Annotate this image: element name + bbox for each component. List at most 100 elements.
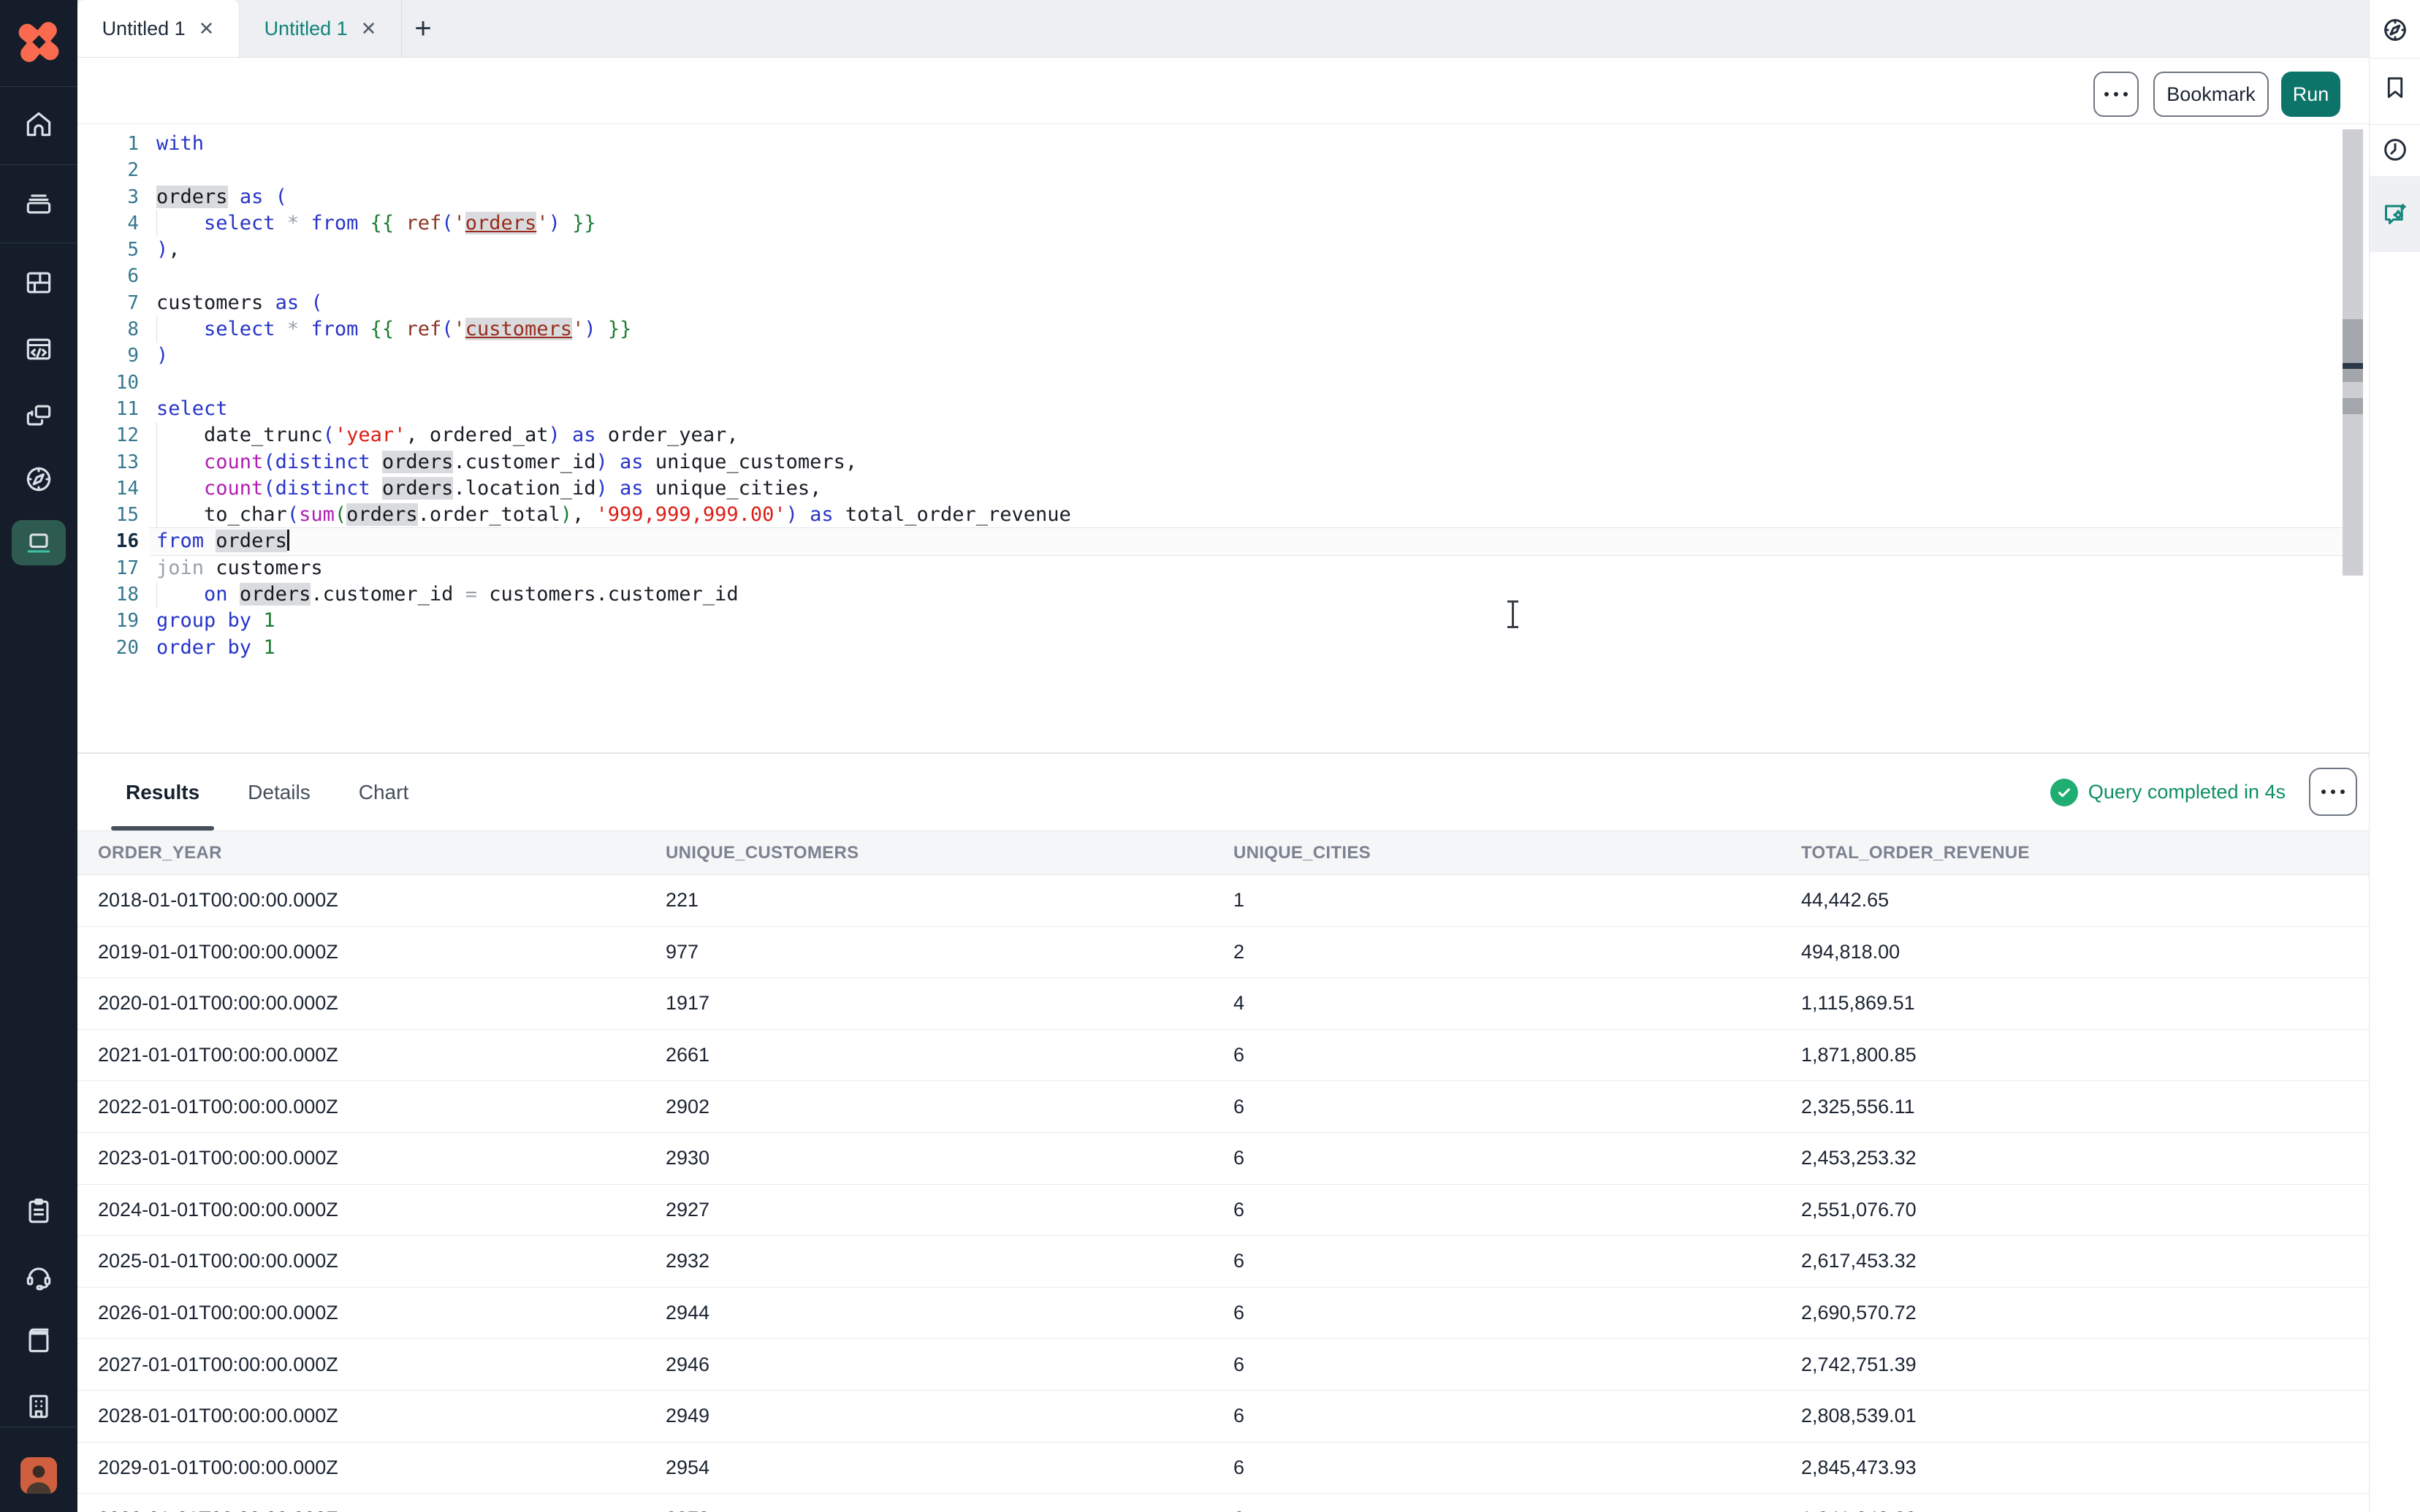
scrollbar-thumb[interactable] [2343,398,2363,414]
table-row[interactable]: 2022-01-01T00:00:00.000Z290262,325,556.1… [77,1081,2369,1133]
editor-scrollbar[interactable] [2343,129,2363,576]
indent-guide [156,210,157,237]
code-line[interactable]: 8 select * from {{ ref('customers') }} [77,316,2343,343]
code-line[interactable]: 6 [77,263,2343,289]
code-line[interactable]: 3orders as ( [77,184,2343,210]
new-tab-button[interactable]: + [402,0,444,57]
editor-toolbar: Bookmark Run [77,58,2369,124]
run-button[interactable]: Run [2281,72,2340,117]
compass-icon[interactable] [2379,14,2411,46]
ellipsis-icon [2104,92,2128,96]
scrollbar-thumb[interactable] [2343,319,2363,363]
line-number: 10 [77,370,156,396]
code-line[interactable]: 10 [77,370,2343,396]
results-more-button[interactable] [2309,768,2357,816]
code-line[interactable]: 14 count(distinct orders.location_id) as… [77,476,2343,502]
results-tab-chart[interactable]: Chart [340,754,427,831]
ai-chat-icon[interactable] [2379,198,2411,230]
table-cell: 1,871,800.85 [1801,1044,2369,1066]
code-line[interactable]: 19group by 1 [77,608,2343,634]
line-number: 16 [77,528,156,554]
user-avatar[interactable] [20,1457,57,1494]
mouse-ibeam-cursor [1504,600,1522,628]
compass-icon[interactable] [21,462,56,497]
table-cell: 6 [1233,1353,1801,1376]
apps-windows-icon[interactable] [21,398,56,433]
table-header: ORDER_YEARUNIQUE_CUSTOMERSUNIQUE_CITIEST… [77,831,2369,875]
line-number: 5 [77,237,156,263]
sql-editor[interactable]: 1with23orders as (4 select * from {{ ref… [77,124,2369,752]
line-number: 8 [77,316,156,343]
code-line[interactable]: 20order by 1 [77,635,2343,661]
home-icon[interactable] [21,107,56,142]
table-row[interactable]: 2027-01-01T00:00:00.000Z294662,742,751.3… [77,1339,2369,1391]
code-line[interactable]: 9) [77,343,2343,369]
line-content [156,370,2343,396]
table-cell: 6 [1233,1199,1801,1221]
code-line[interactable]: 1with [77,131,2343,157]
code-line[interactable]: 7customers as ( [77,290,2343,316]
code-line[interactable]: 11select [77,396,2343,422]
table-cell: 2019-01-01T00:00:00.000Z [98,941,666,963]
code-line[interactable]: 16from orders [77,528,2343,554]
clipboard-icon[interactable] [21,1194,56,1229]
table-row[interactable]: 2028-01-01T00:00:00.000Z294962,808,539.0… [77,1391,2369,1443]
line-content: ), [156,237,2343,263]
bookmark-icon[interactable] [2379,72,2411,104]
line-content: count(distinct orders.location_id) as un… [156,476,2343,502]
history-clock-icon[interactable] [2379,134,2411,166]
line-number: 2 [77,157,156,183]
table-row[interactable]: 2025-01-01T00:00:00.000Z293262,617,453.3… [77,1236,2369,1288]
line-number: 9 [77,343,156,369]
results-tab-results[interactable]: Results [107,754,218,831]
bookmark-button[interactable]: Bookmark [2153,72,2269,117]
code-window-icon[interactable] [21,332,56,367]
table-cell: 2927 [666,1199,1233,1221]
results-tab-details[interactable]: Details [229,754,330,831]
line-content: ) [156,343,2343,369]
table-row[interactable]: 2019-01-01T00:00:00.000Z9772494,818.00 [77,927,2369,979]
divider [0,164,77,165]
editor-tab[interactable]: Untitled 1✕ [77,0,240,57]
table-row[interactable]: 2020-01-01T00:00:00.000Z191741,115,869.5… [77,978,2369,1030]
table-cell: 977 [666,941,1233,963]
code-line[interactable]: 4 select * from {{ ref('orders') }} [77,210,2343,237]
code-line[interactable]: 13 count(distinct orders.customer_id) as… [77,449,2343,476]
tab-close-icon[interactable]: ✕ [361,19,377,38]
table-cell: 2030-01-01T00:00:00.000Z [98,1508,666,1512]
organization-icon[interactable] [21,1389,56,1424]
table-cell: 6 [1233,1508,1801,1512]
query-status: Query completed in 4s [2050,754,2286,831]
code-line[interactable]: 2 [77,157,2343,183]
table-row[interactable]: 2029-01-01T00:00:00.000Z295462,845,473.9… [77,1443,2369,1494]
line-content: count(distinct orders.customer_id) as un… [156,449,2343,476]
table-row[interactable]: 2024-01-01T00:00:00.000Z292762,551,076.7… [77,1185,2369,1237]
code-line[interactable]: 5), [77,237,2343,263]
scrollbar-thumb[interactable] [2343,369,2363,382]
table-row[interactable]: 2030-01-01T00:00:00.000Z287961,841,049.3… [77,1494,2369,1512]
toolbar-more-button[interactable] [2093,72,2139,117]
support-headset-icon[interactable] [21,1259,56,1294]
code-line[interactable]: 17join customers [77,555,2343,581]
inbox-icon[interactable] [21,186,56,221]
table-row[interactable]: 2018-01-01T00:00:00.000Z221144,442.65 [77,875,2369,927]
code-line[interactable]: 18 on orders.customer_id = customers.cus… [77,581,2343,608]
tab-close-icon[interactable]: ✕ [199,19,215,38]
docs-book-icon[interactable] [21,1323,56,1358]
table-cell: 2018-01-01T00:00:00.000Z [98,889,666,912]
table-cell: 2 [1233,941,1801,963]
code-line[interactable]: 12 date_trunc('year', ordered_at) as ord… [77,422,2343,448]
paradime-logo[interactable] [16,19,61,64]
table-row[interactable]: 2021-01-01T00:00:00.000Z266161,871,800.8… [77,1030,2369,1082]
main-area: Untitled 1✕Untitled 1✕ + Bookmark Run 1w… [77,0,2369,1512]
dashboard-icon[interactable] [21,265,56,300]
editor-laptop-icon[interactable] [21,525,56,560]
line-number: 14 [77,476,156,502]
code-line[interactable]: 15 to_char(sum(orders.order_total), '999… [77,502,2343,528]
table-row[interactable]: 2023-01-01T00:00:00.000Z293062,453,253.3… [77,1133,2369,1185]
table-cell: 4 [1233,992,1801,1015]
line-number: 6 [77,263,156,289]
editor-tab[interactable]: Untitled 1✕ [240,0,402,57]
table-cell: 2,742,751.39 [1801,1353,2369,1376]
table-row[interactable]: 2026-01-01T00:00:00.000Z294462,690,570.7… [77,1288,2369,1340]
